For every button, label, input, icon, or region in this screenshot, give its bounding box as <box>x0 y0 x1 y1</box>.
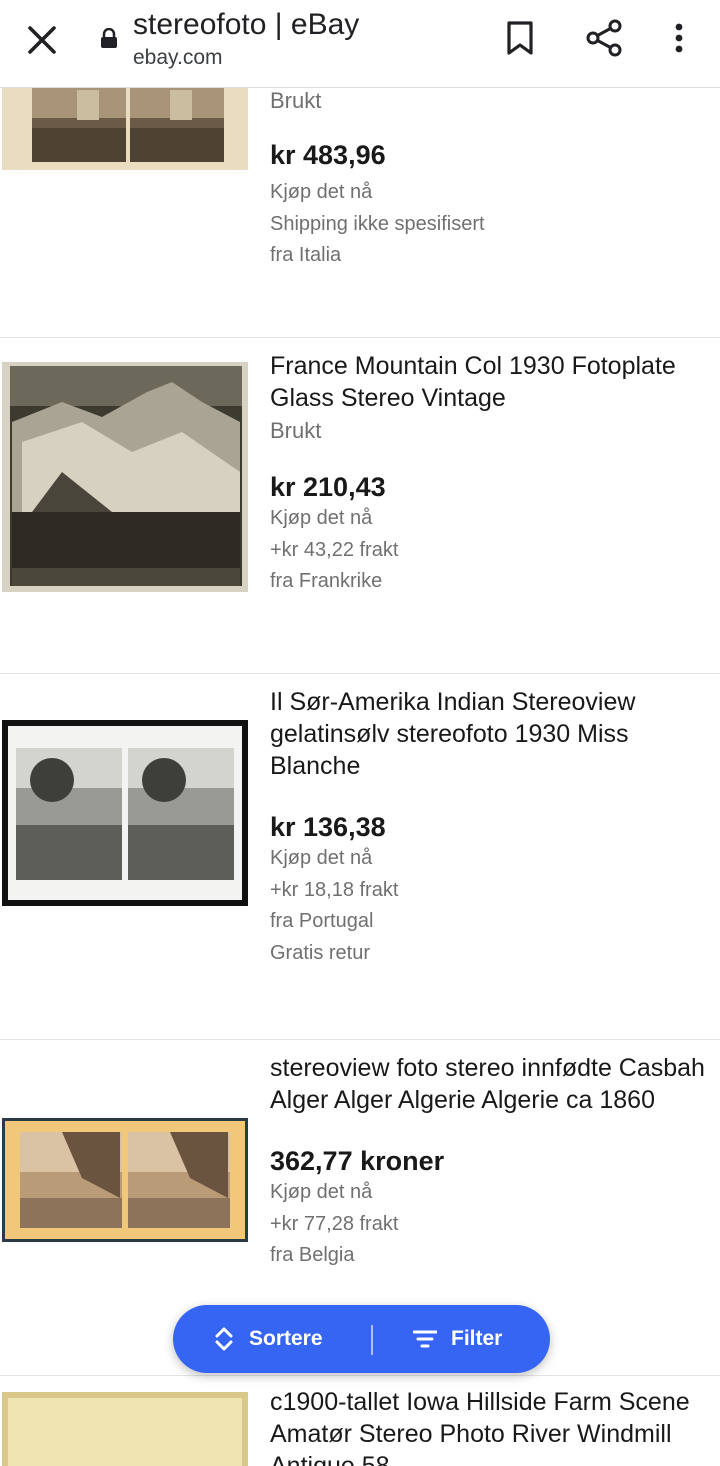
page-domain[interactable]: ebay.com <box>133 46 223 70</box>
listing-origin: fra Belgia <box>270 1244 355 1266</box>
listing-condition: Brukt <box>270 88 322 113</box>
listing-thumbnail[interactable] <box>2 1118 248 1242</box>
listing-shipping: Shipping ikke spesifisert <box>270 212 485 235</box>
listing-origin: fra Frankrike <box>270 570 383 592</box>
listing-thumbnail[interactable] <box>2 88 248 170</box>
listing-price: kr 136,38 <box>270 812 386 842</box>
listing-shipping: +kr 43,22 frakt <box>270 538 399 561</box>
listing-price: kr 483,96 <box>270 140 386 170</box>
sort-filter-bar: Sortere Filter <box>173 1305 550 1373</box>
listing-buy-type: Kjøp det nå <box>270 181 373 203</box>
listing-shipping: +kr 18,18 frakt <box>270 878 399 901</box>
sort-button[interactable]: Sortere <box>213 1305 323 1373</box>
listing-thumbnail[interactable] <box>2 720 248 906</box>
browser-toolbar: stereofoto | eBay ebay.com <box>0 0 720 88</box>
filter-button[interactable]: Filter <box>413 1305 502 1373</box>
share-icon[interactable] <box>584 18 624 58</box>
more-vert-icon[interactable] <box>664 18 694 58</box>
listing-buy-type: Kjøp det nå <box>270 507 373 529</box>
listing-thumbnail[interactable] <box>2 1392 248 1466</box>
listing-item[interactable]: Brukt kr 483,96 Kjøp det nå Shipping ikk… <box>0 88 720 338</box>
listing-returns: Gratis retur <box>270 941 371 964</box>
listing-origin: fra Italia <box>270 244 342 266</box>
listing-condition: Brukt <box>270 418 322 443</box>
listing-title[interactable]: France Mountain Col 1930 Fotoplate Glass… <box>270 350 720 414</box>
listing-item[interactable]: France Mountain Col 1930 Fotoplate Glass… <box>0 338 720 674</box>
listing-price: kr 210,43 <box>270 472 386 502</box>
listing-price: 362,77 kroner <box>270 1146 445 1176</box>
filter-icon <box>413 1330 437 1348</box>
listing-buy-type: Kjøp det nå <box>270 1181 373 1203</box>
listing-thumbnail[interactable] <box>2 362 248 592</box>
listing-title[interactable]: Il Sør-Amerika Indian Stereoview gelatin… <box>270 686 720 782</box>
listing-title[interactable]: c1900-tallet Iowa Hillside Farm Scene Am… <box>270 1386 720 1466</box>
filter-label: Filter <box>451 1327 503 1350</box>
listing-shipping: +kr 77,28 frakt <box>270 1212 399 1235</box>
listing-origin: fra Portugal <box>270 910 374 932</box>
sort-icon <box>215 1327 233 1351</box>
listing-buy-type: Kjøp det nå <box>270 847 373 869</box>
bookmark-icon[interactable] <box>502 18 538 58</box>
listing-title[interactable]: stereoview foto stereo innfødte Casbah A… <box>270 1052 720 1116</box>
close-icon[interactable] <box>22 20 62 60</box>
page-title[interactable]: stereofoto | eBay <box>133 8 359 42</box>
listing-item[interactable]: c1900-tallet Iowa Hillside Farm Scene Am… <box>0 1376 720 1466</box>
lock-icon <box>100 27 118 48</box>
pill-divider <box>371 1325 373 1355</box>
sort-label: Sortere <box>249 1327 323 1350</box>
listing-item[interactable]: Il Sør-Amerika Indian Stereoview gelatin… <box>0 674 720 1040</box>
